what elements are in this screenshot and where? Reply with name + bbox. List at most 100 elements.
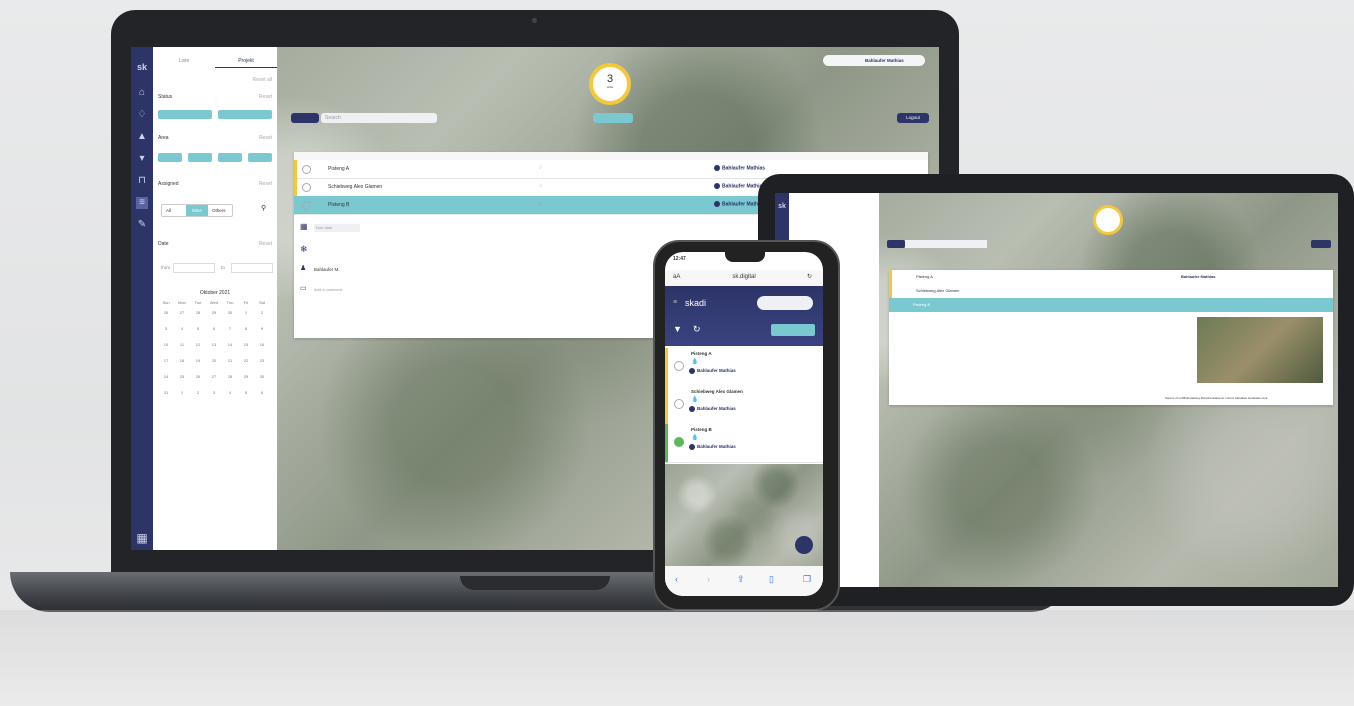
calendar-day[interactable]: 25 [177, 374, 187, 379]
filter-icon[interactable]: ▼ [673, 324, 682, 334]
apps-grid-icon[interactable]: ▦ [136, 532, 148, 544]
calendar-day[interactable]: 31 [161, 390, 171, 395]
calendar-day[interactable]: 9 [257, 326, 267, 331]
tablet-add-button[interactable] [887, 240, 905, 248]
search-icon[interactable]: ⚲ [261, 204, 266, 212]
calendar-day[interactable]: 20 [209, 358, 219, 363]
home-icon[interactable]: ⌂ [136, 87, 148, 99]
calendar-day[interactable]: 14 [225, 342, 235, 347]
calendar-day[interactable]: 3 [209, 390, 219, 395]
calendar-day[interactable]: 15 [241, 342, 251, 347]
calendar-day[interactable]: 30 [225, 310, 235, 315]
area-reset-link[interactable]: Reset [259, 135, 272, 141]
status-done-button[interactable] [158, 110, 212, 119]
view-toggle[interactable] [593, 113, 633, 123]
assigned-others[interactable]: Others [212, 208, 226, 213]
from-date-input[interactable] [173, 263, 215, 273]
calendar-day[interactable]: 28 [193, 310, 203, 315]
row-radio[interactable] [674, 361, 684, 371]
area-btn-3[interactable] [218, 153, 242, 162]
phone-job-row[interactable]: Pisteng A 💧 Bahlaufer Mathias [665, 348, 823, 387]
tab-project[interactable]: Projekt [215, 47, 277, 68]
due-date-input[interactable]: Due date [314, 224, 360, 232]
reload-icon[interactable]: ↻ [807, 273, 812, 280]
phone-job-row[interactable]: Schiebweg Alex Glamen 💧 Bahlaufer Mathias [665, 386, 823, 425]
mountain-icon[interactable]: ▲ [136, 131, 148, 143]
calendar-day[interactable]: 6 [209, 326, 219, 331]
refresh-icon[interactable]: ↻ [693, 324, 701, 335]
cart-icon[interactable]: ⊓ [136, 175, 148, 187]
share-icon[interactable]: ⇪ [737, 574, 745, 585]
calendar-day[interactable]: 13 [209, 342, 219, 347]
tabs-icon[interactable]: ❐ [803, 574, 811, 585]
calendar-day[interactable]: 19 [193, 358, 203, 363]
search-input[interactable]: Search [321, 113, 437, 123]
calendar-day[interactable]: 10 [161, 342, 171, 347]
calendar-day[interactable]: 21 [225, 358, 235, 363]
calendar-day[interactable]: 26 [161, 310, 171, 315]
add-job-button[interactable] [291, 113, 319, 123]
calendar-day[interactable]: 2 [193, 390, 203, 395]
calendar-day[interactable]: 4 [177, 326, 187, 331]
wrench-icon[interactable]: ✎ [136, 219, 148, 231]
back-icon[interactable]: ‹ [675, 574, 678, 584]
calendar-day[interactable]: 1 [177, 390, 187, 395]
assigned-mine[interactable]: Mine [186, 205, 208, 216]
calendar-day[interactable]: 8 [241, 326, 251, 331]
calendar-day[interactable]: 17 [161, 358, 171, 363]
calendar-day[interactable]: 18 [177, 358, 187, 363]
tablet-logout-button[interactable] [1311, 240, 1331, 248]
calendar-day[interactable]: 29 [241, 374, 251, 379]
url-field[interactable]: sk.digital [665, 274, 823, 280]
row-radio[interactable] [674, 437, 684, 447]
area-btn-2[interactable] [188, 153, 212, 162]
phone-toggle[interactable] [757, 296, 813, 310]
to-date-input[interactable] [231, 263, 273, 273]
calendar-day[interactable]: 28 [225, 374, 235, 379]
assigned-segment[interactable]: All Mine Others [161, 204, 233, 217]
user-pill[interactable]: Bahlaufer Mathias [823, 55, 925, 66]
forward-icon[interactable]: › [707, 574, 710, 584]
phone-job-row[interactable]: Pisteng B 💧 Bahlaufer Mathias [665, 424, 823, 463]
status-reset-link[interactable]: Reset [259, 94, 272, 100]
row-radio[interactable] [674, 399, 684, 409]
calendar-day[interactable]: 5 [193, 326, 203, 331]
tablet-row[interactable]: Schiebweg Alex Glamen [889, 284, 1336, 298]
date-reset-link[interactable]: Reset [259, 241, 272, 247]
calendar-day[interactable]: 11 [177, 342, 187, 347]
area-btn-1[interactable] [158, 153, 182, 162]
calendar-day[interactable]: 4 [225, 390, 235, 395]
menu-icon[interactable]: ≡ [673, 299, 677, 306]
drop-icon[interactable]: ♢ [136, 109, 148, 121]
reset-all-link[interactable]: Reset all [158, 77, 272, 83]
calendar-day[interactable]: 6 [257, 390, 267, 395]
phone-add-fab[interactable] [795, 536, 813, 554]
calendar-day[interactable]: 1 [241, 310, 251, 315]
comment-input[interactable]: Add a comment... [314, 287, 345, 292]
tablet-row-selected[interactable]: Pisteng B [889, 298, 1333, 312]
tablet-row[interactable]: Pisteng A [889, 270, 1336, 284]
calendar-day[interactable]: 30 [257, 374, 267, 379]
assigned-all[interactable]: All [166, 208, 171, 213]
bookmarks-icon[interactable]: ▯ [769, 574, 774, 585]
calendar-day[interactable]: 7 [225, 326, 235, 331]
calendar-day[interactable]: 5 [241, 390, 251, 395]
row-radio[interactable] [302, 165, 311, 174]
calendar-day[interactable]: 3 [161, 326, 171, 331]
calendar-day[interactable]: 23 [257, 358, 267, 363]
tab-list[interactable]: Liste [153, 47, 215, 67]
logout-button[interactable]: Logout [897, 113, 929, 123]
calendar-day[interactable]: 29 [209, 310, 219, 315]
tablet-search-input[interactable] [905, 240, 987, 248]
status-open-button[interactable] [218, 110, 272, 119]
assigned-reset-link[interactable]: Reset [259, 181, 272, 187]
calendar-day[interactable]: 24 [161, 374, 171, 379]
calendar-day[interactable]: 16 [257, 342, 267, 347]
list-icon[interactable]: ≡ [136, 197, 148, 209]
snowcat-icon[interactable]: ▾ [136, 153, 148, 165]
calendar-day[interactable]: 12 [193, 342, 203, 347]
calendar-day[interactable]: 27 [177, 310, 187, 315]
area-btn-4[interactable] [248, 153, 272, 162]
tablet-map-thumbnail[interactable] [1197, 317, 1323, 383]
row-radio[interactable] [302, 183, 311, 192]
